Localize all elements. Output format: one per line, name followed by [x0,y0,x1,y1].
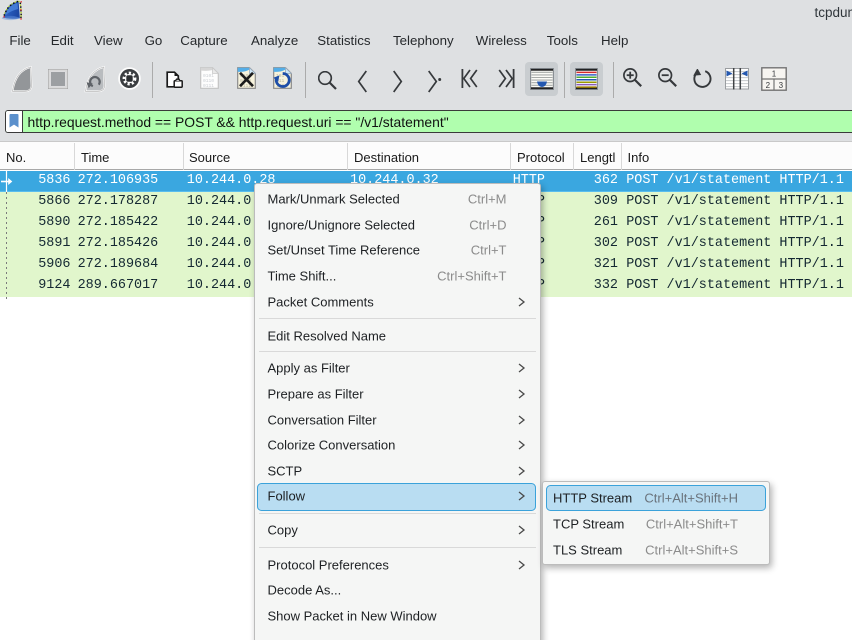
svg-text:1: 1 [771,69,776,78]
svg-text:0111: 0111 [203,83,214,89]
svg-text:2: 2 [765,80,770,89]
svg-text:3: 3 [778,80,783,89]
